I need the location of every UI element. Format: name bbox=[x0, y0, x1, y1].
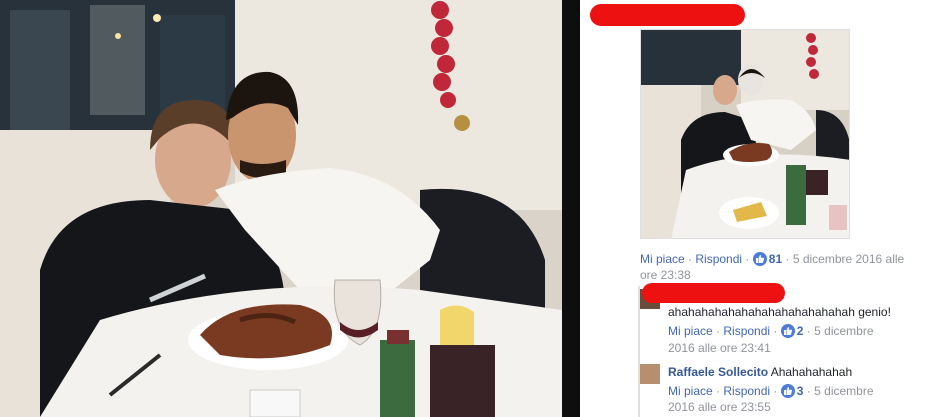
reply-author-name[interactable]: Raffaele Sollecito bbox=[668, 365, 768, 379]
timestamp-line2: ore 23:38 bbox=[640, 268, 691, 282]
restaurant-photo bbox=[0, 0, 562, 417]
timestamp-line1[interactable]: 5 dicembre bbox=[814, 384, 873, 398]
separator-dot: · bbox=[806, 324, 811, 338]
timestamp-line1[interactable]: 5 dicembre bbox=[814, 324, 873, 338]
thumbnail-illustration bbox=[641, 30, 849, 238]
like-count[interactable]: 81 bbox=[769, 252, 782, 266]
separator-dot: · bbox=[785, 252, 790, 266]
separator-dot: · bbox=[716, 384, 721, 398]
separator-dot: · bbox=[773, 384, 778, 398]
reply-action-row: Mi piace · Rispondi · 2 · 5 dicembre bbox=[668, 323, 874, 339]
redacted-name-mark bbox=[642, 283, 785, 303]
separator-dot: · bbox=[806, 384, 811, 398]
separator-dot: · bbox=[745, 252, 750, 266]
thumbs-up-icon bbox=[780, 324, 795, 338]
panel-divider bbox=[562, 0, 580, 417]
like-link[interactable]: Mi piace bbox=[668, 384, 713, 398]
reply-link[interactable]: Rispondi bbox=[695, 252, 742, 266]
timestamp-line2: 2016 alle ore 23:41 bbox=[668, 341, 771, 355]
reply-link[interactable]: Rispondi bbox=[723, 324, 770, 338]
like-count[interactable]: 3 bbox=[797, 384, 804, 398]
like-count[interactable]: 2 bbox=[797, 324, 804, 338]
thumbs-up-icon bbox=[780, 384, 795, 398]
like-link[interactable]: Mi piace bbox=[640, 252, 685, 266]
timestamp-line1[interactable]: 5 dicembre 2016 alle bbox=[793, 252, 904, 266]
avatar[interactable] bbox=[640, 364, 660, 384]
redacted-name-mark bbox=[590, 4, 745, 26]
reply-text: Ahahahahahah bbox=[770, 365, 853, 379]
timestamp-line2: 2016 alle ore 23:55 bbox=[668, 400, 771, 414]
post-action-row: Mi piace · Rispondi · 81 · 5 dicembre 20… bbox=[640, 251, 904, 267]
like-link[interactable]: Mi piace bbox=[668, 324, 713, 338]
reply-action-row: Mi piace · Rispondi · 3 · 5 dicembre bbox=[668, 383, 874, 399]
reply-text: ahahahahahahahahahahahahahah genio! bbox=[668, 305, 891, 319]
separator-dot: · bbox=[773, 324, 778, 338]
reply-link[interactable]: Rispondi bbox=[723, 384, 770, 398]
photo-illustration bbox=[0, 0, 562, 417]
thumbs-up-icon bbox=[752, 252, 767, 266]
separator-dot: · bbox=[716, 324, 721, 338]
reply-body: Raffaele Sollecito Ahahahahahah bbox=[668, 364, 852, 380]
separator-dot: · bbox=[688, 252, 693, 266]
comment-photo-thumbnail[interactable] bbox=[640, 29, 850, 239]
facebook-comment-panel: Mi piace · Rispondi · 81 · 5 dicembre 20… bbox=[580, 0, 934, 417]
